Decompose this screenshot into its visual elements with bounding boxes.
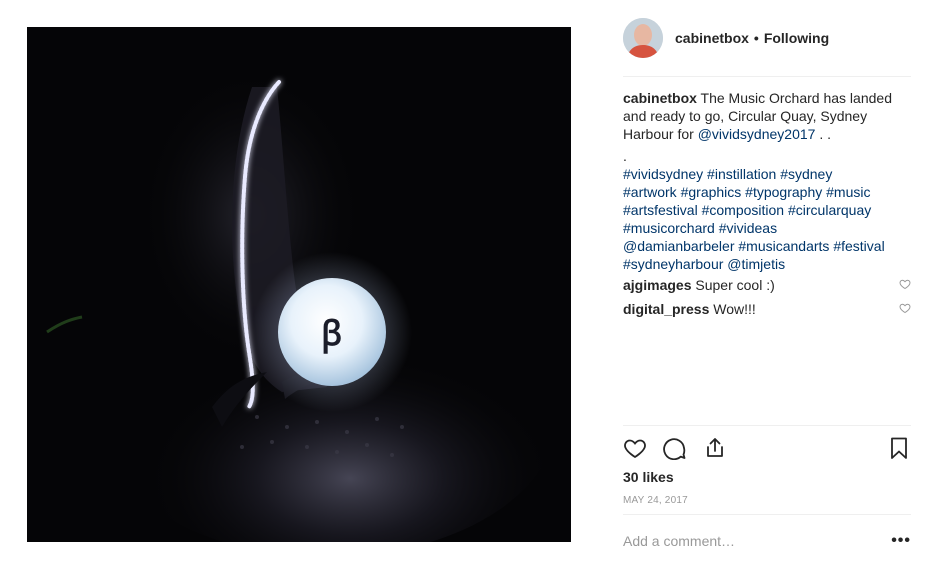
share-icon[interactable]	[703, 436, 727, 460]
caption-author[interactable]: cabinetbox	[623, 90, 697, 106]
hashtag-line: #musicorchard #vivideas	[623, 219, 911, 237]
hashtag-link[interactable]: #sydney	[780, 166, 832, 182]
avatar[interactable]	[623, 18, 663, 58]
divider	[623, 425, 911, 426]
hashtag-link[interactable]: #musicorchard	[623, 220, 715, 236]
hashtag-link[interactable]: #sydneyharbour	[623, 256, 723, 272]
mention-link[interactable]: @damianbarbeler	[623, 238, 735, 254]
sphere-logo: ꞵ	[321, 314, 342, 354]
hashtag-link[interactable]: #festival	[833, 238, 884, 254]
hashtag-link[interactable]: #typography	[745, 184, 822, 200]
add-comment-input[interactable]	[623, 533, 863, 549]
comment-like-heart-icon[interactable]	[899, 276, 911, 294]
divider	[623, 76, 911, 77]
comment-username[interactable]: ajgimages	[623, 277, 691, 293]
add-comment-row: •••	[623, 530, 911, 552]
heart-icon[interactable]	[623, 436, 647, 460]
action-bar	[623, 434, 911, 462]
hashtag-line: #sydneyharbour @timjetis	[623, 255, 911, 273]
comment-item: digital_press Wow!!!	[623, 300, 911, 318]
hashtag-line: #vividsydney #instillation #sydney	[623, 165, 911, 183]
hashtag-link[interactable]: #graphics	[681, 184, 742, 200]
hashtag-link[interactable]: #circularquay	[788, 202, 871, 218]
hashtag-link[interactable]: #vividsydney	[623, 166, 703, 182]
avatar-image	[623, 18, 663, 58]
photo-canvas: ꞵ	[27, 27, 571, 542]
likes-count[interactable]: 30 likes	[623, 469, 674, 485]
mention-link[interactable]: @timjetis	[727, 256, 785, 272]
hashtag-line: #artsfestival #composition #circularquay	[623, 201, 911, 219]
hashtag-link[interactable]: #musicandarts	[738, 238, 829, 254]
comment-text: Wow!!!	[713, 301, 756, 317]
hashtag-link[interactable]: #vivideas	[719, 220, 777, 236]
post-photo[interactable]: ꞵ	[27, 27, 571, 542]
post-header: cabinetbox • Following	[623, 14, 911, 62]
comment-item: ajgimages Super cool :)	[623, 276, 911, 294]
hashtag-link[interactable]: #instillation	[707, 166, 776, 182]
caption-dot: .	[623, 148, 627, 164]
more-options-icon[interactable]: •••	[891, 532, 911, 550]
following-button[interactable]: Following	[764, 30, 829, 46]
hashtag-line: @damianbarbeler #musicandarts #festival	[623, 237, 911, 255]
comment-icon[interactable]	[663, 436, 687, 460]
hashtag-line: #artwork #graphics #typography #music	[623, 183, 911, 201]
caption-trail: . .	[815, 126, 831, 142]
comment-like-heart-icon[interactable]	[899, 300, 911, 318]
author-username[interactable]: cabinetbox	[675, 30, 749, 46]
divider	[623, 514, 911, 515]
hashtag-link[interactable]: #composition	[702, 202, 785, 218]
caption: cabinetbox The Music Orchard has landed …	[623, 89, 911, 273]
post-date[interactable]: MAY 24, 2017	[623, 495, 688, 506]
bookmark-icon[interactable]	[887, 436, 911, 460]
hashtag-link[interactable]: #artsfestival	[623, 202, 698, 218]
header-separator: •	[753, 30, 759, 46]
comment-text: Super cool :)	[695, 277, 775, 293]
hashtag-link[interactable]: #music	[826, 184, 870, 200]
comment-username[interactable]: digital_press	[623, 301, 709, 317]
mention-link[interactable]: @vividsydney2017	[698, 126, 816, 142]
hashtag-link[interactable]: #artwork	[623, 184, 677, 200]
